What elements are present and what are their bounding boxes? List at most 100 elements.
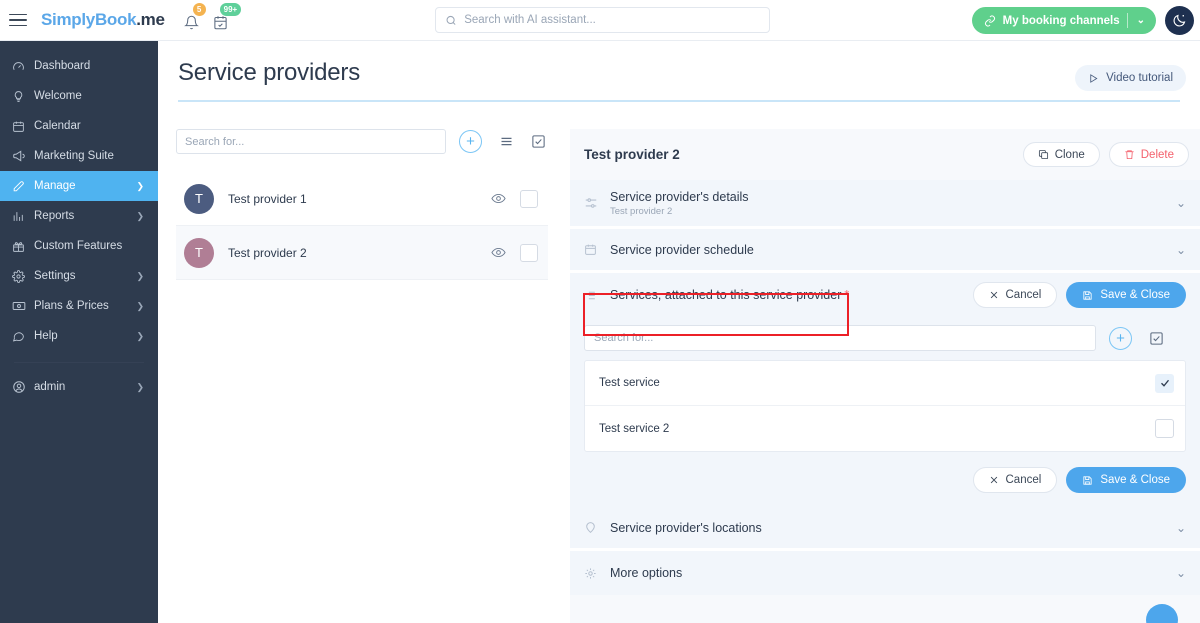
save-and-close-button-bottom[interactable]: Save & Close bbox=[1066, 467, 1186, 493]
services-search-box[interactable] bbox=[584, 325, 1096, 351]
sidebar-item-welcome[interactable]: Welcome bbox=[0, 81, 158, 111]
provider-row-checkbox[interactable] bbox=[520, 243, 538, 262]
moon-icon bbox=[1173, 14, 1186, 27]
sidebar-item-calendar[interactable]: Calendar bbox=[0, 111, 158, 141]
page-title: Service providers bbox=[178, 59, 361, 86]
detail-title: Test provider 2 bbox=[584, 147, 680, 162]
section-label: Service provider's details bbox=[610, 189, 749, 204]
sidebar-item-label: Settings bbox=[34, 270, 76, 282]
checkbox-checked-icon bbox=[532, 135, 545, 148]
clone-label: Clone bbox=[1054, 148, 1085, 161]
hamburger-icon[interactable] bbox=[9, 13, 27, 27]
sidebar-item-custom-features[interactable]: Custom Features bbox=[0, 231, 158, 261]
required-marker: * bbox=[844, 288, 850, 302]
chevron-right-icon: ❯ bbox=[136, 330, 144, 341]
main-content: Service providers Video tutorial + T Te bbox=[158, 41, 1200, 623]
chevron-right-icon: ❯ bbox=[136, 381, 144, 392]
bookings-calendar-button[interactable]: 99+ bbox=[213, 3, 242, 32]
megaphone-icon bbox=[12, 149, 34, 163]
list-options-button[interactable] bbox=[499, 134, 514, 149]
video-tutorial-label: Video tutorial bbox=[1106, 72, 1173, 84]
speedometer-icon bbox=[12, 60, 34, 73]
eye-icon[interactable] bbox=[491, 191, 506, 206]
sidebar-item-marketing-suite[interactable]: Marketing Suite bbox=[0, 141, 158, 171]
theme-toggle-button[interactable] bbox=[1165, 6, 1194, 35]
cancel-label: Cancel bbox=[1005, 289, 1042, 301]
list-item[interactable]: Test service bbox=[585, 361, 1185, 406]
eye-icon[interactable] bbox=[491, 245, 506, 260]
gear-icon bbox=[584, 567, 610, 580]
notifications-bell[interactable]: 5 bbox=[183, 3, 206, 32]
chevron-down-icon[interactable]: ⌄ bbox=[1176, 196, 1186, 210]
service-checkbox-unchecked[interactable] bbox=[1155, 419, 1174, 438]
section-label: Services, attached to this service provi… bbox=[610, 288, 849, 302]
provider-detail-panel: Test provider 2 Clone Delete Service pro… bbox=[570, 129, 1200, 623]
provider-search-box[interactable] bbox=[176, 129, 446, 154]
provider-search-input[interactable] bbox=[185, 135, 437, 148]
chevron-down-icon[interactable]: ⌄ bbox=[1176, 243, 1186, 257]
table-row[interactable]: T Test provider 2 bbox=[176, 226, 548, 280]
section-provider-schedule[interactable]: Service provider schedule ⌄ bbox=[570, 229, 1200, 273]
provider-row-checkbox[interactable] bbox=[520, 189, 538, 208]
service-name: Test service 2 bbox=[599, 422, 670, 435]
bell-badge: 5 bbox=[192, 3, 206, 16]
sidebar-item-manage[interactable]: Manage ❯ bbox=[0, 171, 158, 201]
select-all-services-button[interactable] bbox=[1149, 331, 1164, 346]
services-footer-actions: Cancel Save & Close bbox=[584, 467, 1186, 493]
sidebar-account-label: admin bbox=[34, 381, 66, 393]
app-logo[interactable]: SimplyBook.me bbox=[41, 10, 165, 30]
support-chat-button[interactable] bbox=[1146, 604, 1178, 623]
title-underline bbox=[178, 100, 1180, 102]
services-search-input[interactable] bbox=[594, 332, 1086, 344]
sidebar-item-label: Plans & Prices bbox=[34, 300, 109, 312]
floppy-disk-icon bbox=[1083, 475, 1092, 485]
cancel-button-bottom[interactable]: Cancel bbox=[972, 467, 1058, 493]
chevron-down-icon[interactable]: ⌄ bbox=[1176, 566, 1186, 580]
add-provider-button[interactable]: + bbox=[459, 130, 482, 153]
my-booking-channels-button[interactable]: My booking channels ⌄ bbox=[971, 7, 1156, 34]
detail-header: Test provider 2 Clone Delete bbox=[570, 129, 1200, 180]
chevron-right-icon: ❯ bbox=[136, 300, 144, 311]
section-more-options[interactable]: More options ⌄ bbox=[570, 551, 1200, 595]
table-row[interactable]: T Test provider 1 bbox=[176, 172, 548, 226]
section-provider-details[interactable]: Service provider's details Test provider… bbox=[570, 180, 1200, 229]
sidebar-item-settings[interactable]: Settings ❯ bbox=[0, 261, 158, 291]
select-all-providers-button[interactable] bbox=[531, 134, 546, 149]
avatar: T bbox=[184, 183, 214, 214]
logo-text-suffix: .me bbox=[136, 10, 165, 29]
clone-button[interactable]: Clone bbox=[1022, 142, 1100, 167]
chevron-down-icon[interactable]: ⌄ bbox=[1135, 15, 1151, 26]
save-and-close-button-top[interactable]: Save & Close bbox=[1066, 282, 1186, 308]
bell-icon bbox=[183, 15, 199, 30]
list-lines-icon bbox=[501, 137, 512, 146]
chevron-right-icon: ❯ bbox=[136, 180, 144, 191]
search-input[interactable] bbox=[464, 14, 760, 26]
bar-chart-icon bbox=[12, 210, 34, 223]
video-tutorial-button[interactable]: Video tutorial bbox=[1075, 65, 1186, 91]
sidebar-item-account[interactable]: admin ❯ bbox=[0, 372, 158, 402]
add-service-button[interactable]: + bbox=[1109, 326, 1132, 350]
services-panel: + Test service Test service 2 bbox=[570, 317, 1200, 507]
sidebar-item-dashboard[interactable]: Dashboard bbox=[0, 51, 158, 81]
save-label: Save & Close bbox=[1100, 289, 1170, 301]
avatar: T bbox=[184, 237, 214, 268]
sidebar-item-help[interactable]: Help ❯ bbox=[0, 321, 158, 351]
close-x-icon bbox=[990, 476, 997, 484]
chat-bubble-icon bbox=[12, 330, 34, 343]
plus-icon: + bbox=[466, 133, 475, 150]
money-icon bbox=[12, 299, 34, 313]
service-checkbox-checked[interactable] bbox=[1155, 373, 1174, 393]
sidebar-item-reports[interactable]: Reports ❯ bbox=[0, 201, 158, 231]
section-subtitle: Test provider 2 bbox=[610, 205, 673, 217]
list-item[interactable]: Test service 2 bbox=[585, 406, 1185, 451]
sidebar-item-plans-prices[interactable]: Plans & Prices ❯ bbox=[0, 291, 158, 321]
sidebar-divider bbox=[14, 362, 144, 363]
cancel-button-top[interactable]: Cancel bbox=[972, 282, 1058, 308]
chevron-down-icon[interactable]: ⌄ bbox=[1176, 521, 1186, 535]
section-provider-locations[interactable]: Service provider's locations ⌄ bbox=[570, 507, 1200, 551]
provider-list-toolbar: + bbox=[176, 129, 548, 154]
check-icon bbox=[1160, 379, 1169, 387]
ai-search-box[interactable] bbox=[435, 7, 770, 33]
delete-label: Delete bbox=[1140, 148, 1174, 161]
delete-button[interactable]: Delete bbox=[1108, 142, 1189, 167]
